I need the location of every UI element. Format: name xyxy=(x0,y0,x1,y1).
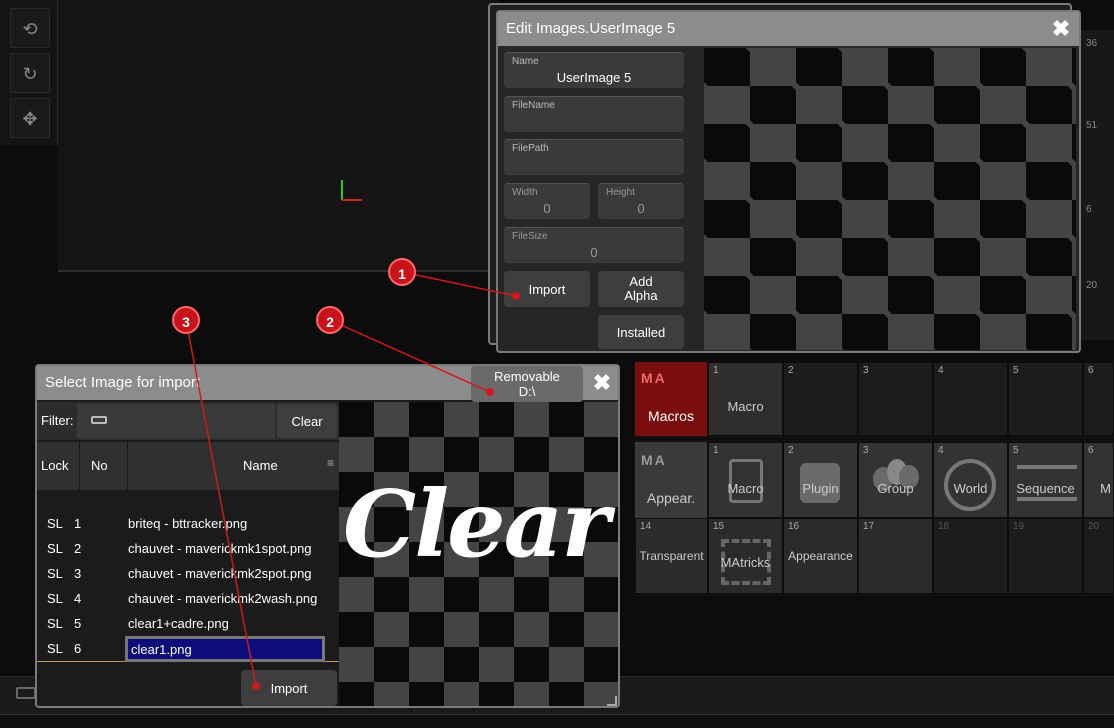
annotation-dot-3 xyxy=(252,682,260,690)
annotation-marker-3: 3 xyxy=(172,306,200,334)
annotation-marker-2: 2 xyxy=(316,306,344,334)
annotation-dot-2 xyxy=(486,388,494,396)
annotation-line-2 xyxy=(329,319,491,393)
annotation-line-3 xyxy=(185,319,257,687)
annotation-dot-1 xyxy=(512,292,520,300)
annotation-lines xyxy=(185,271,520,690)
annotation-marker-1: 1 xyxy=(388,258,416,286)
annotation-line-1 xyxy=(401,271,517,297)
